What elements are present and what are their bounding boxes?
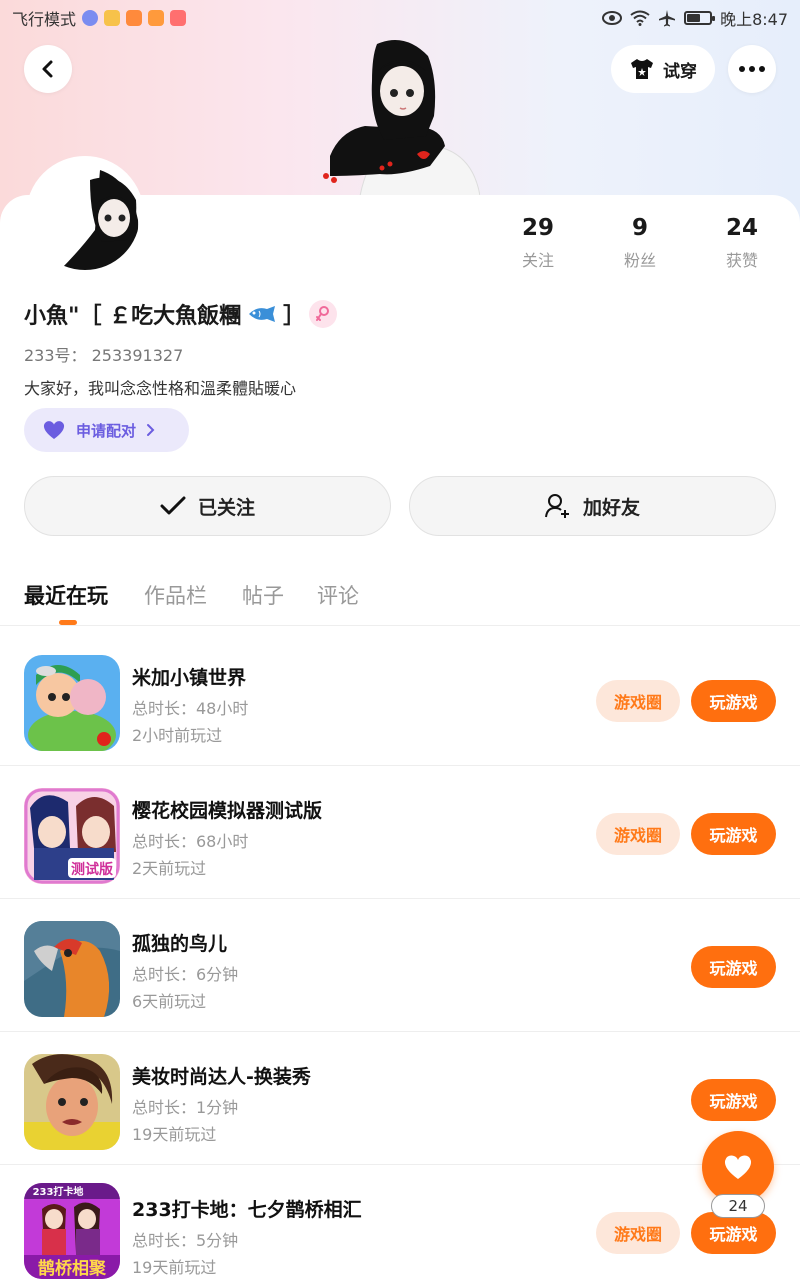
more-dots-icon (739, 66, 765, 72)
eye-icon (602, 11, 623, 25)
following-label: 已关注 (197, 496, 255, 519)
more-button[interactable] (728, 45, 776, 93)
play-game-button[interactable]: 玩游戏 (691, 946, 776, 988)
like-button[interactable] (702, 1131, 774, 1203)
stat-fans[interactable]: 9 粉丝 (595, 215, 685, 271)
gallery-app-icon (104, 10, 121, 26)
game-duration: 总时长：68小时 (132, 832, 249, 851)
battery-icon (684, 11, 716, 25)
game-icon[interactable] (24, 655, 120, 751)
tab-posts[interactable]: 帖子 (242, 580, 284, 610)
fish-icon (249, 306, 276, 322)
stat-label: 获赞 (725, 251, 758, 270)
game-last-played: 6天前玩过 (132, 992, 207, 1011)
game-circle-button[interactable]: 游戏圈 (596, 813, 680, 855)
add-friend-label: 加好友 (582, 496, 640, 519)
chevron-left-icon (42, 60, 53, 78)
chevron-right-icon (147, 424, 155, 436)
game-last-played: 19天前玩过 (132, 1125, 217, 1144)
game-last-played: 2天前玩过 (132, 859, 207, 878)
try-on-label: 试穿 (663, 61, 697, 82)
game-title: 233打卡地：七夕鹊桥相汇 (132, 1199, 362, 1221)
character-avatar-illustration (323, 40, 480, 196)
nickname-text: 小魚"［ ￡吃大魚飯糰 (24, 304, 242, 329)
stat-following[interactable]: 29 关注 (493, 215, 583, 271)
icon-badge-text: 测试版 (71, 861, 113, 878)
game-title: 米加小镇世界 (132, 667, 247, 689)
nickname-end: ］ (283, 304, 306, 329)
pair-label: 申请配对 (76, 421, 137, 440)
stat-value: 29 (521, 215, 554, 241)
store-app-icon (126, 10, 143, 26)
game-duration: 总时长：6分钟 (132, 965, 239, 984)
add-person-icon (544, 494, 569, 518)
game-duration: 总时长：5分钟 (132, 1231, 239, 1250)
music-app-icon (82, 10, 99, 26)
game-row[interactable]: 美妆时尚达人-换装秀 总时长：1分钟 19天前玩过 玩游戏 (0, 1032, 800, 1165)
add-friend-button[interactable]: 加好友 (409, 476, 776, 536)
user-avatar[interactable] (26, 156, 144, 274)
play-game-button[interactable]: 玩游戏 (691, 813, 776, 855)
game-duration: 总时长：48小时 (132, 699, 249, 718)
game-icon[interactable] (24, 921, 120, 1017)
female-gender-icon (309, 300, 337, 328)
tab-works[interactable]: 作品栏 (144, 580, 207, 610)
back-button[interactable] (24, 45, 72, 93)
video-app-icon (148, 10, 165, 26)
play-game-button[interactable]: 玩游戏 (691, 680, 776, 722)
clock-time: 晚上8:47 (720, 10, 788, 29)
try-on-button[interactable]: 试穿 (611, 45, 715, 93)
game-title: 樱花校园模拟器测试版 (132, 800, 323, 822)
heart-icon (43, 421, 65, 439)
game-circle-button[interactable]: 游戏圈 (596, 680, 680, 722)
tab-recently-played[interactable]: 最近在玩 (24, 580, 108, 610)
like-count-badge: 24 (711, 1194, 765, 1218)
icon-bottom-text: 鹊桥相聚 (38, 1258, 107, 1279)
airplane-icon (659, 10, 676, 27)
nickname: 小魚"［ ￡吃大魚飯糰 ］ (24, 298, 305, 330)
heart-icon (724, 1155, 752, 1179)
game-last-played: 2小时前玩过 (132, 726, 223, 745)
game-row[interactable]: 孤独的鸟儿 总时长：6分钟 6天前玩过 玩游戏 (0, 899, 800, 1032)
stat-value: 9 (631, 215, 648, 241)
play-game-button[interactable]: 玩游戏 (691, 1079, 776, 1121)
wifi-icon (630, 10, 650, 26)
user-id: 233号： 253391327 (24, 346, 184, 365)
user-bio: 大家好，我叫念念性格和溫柔體貼暖心 (24, 379, 297, 398)
checkmark-icon (160, 496, 186, 515)
game-icon[interactable] (24, 1054, 120, 1150)
airplane-mode-label: 飞行模式 (12, 10, 77, 29)
game-last-played: 19天前玩过 (132, 1258, 217, 1277)
profile-tabs: 最近在玩 作品栏 帖子 评论 (0, 570, 800, 626)
active-tab-indicator (59, 620, 77, 625)
game-row[interactable]: 测试版 樱花校园模拟器测试版 总时长：68小时 2天前玩过 游戏圈 玩游戏 (0, 766, 800, 899)
game-icon[interactable]: 测试版 (24, 788, 120, 884)
stat-label: 关注 (521, 251, 554, 270)
game-title: 孤独的鸟儿 (132, 933, 228, 955)
game-app-icon (170, 10, 187, 26)
icon-top-text: 233打卡地 (33, 1185, 84, 1198)
following-button[interactable]: 已关注 (24, 476, 391, 536)
avatar-image (30, 160, 140, 270)
tshirt-icon (631, 59, 653, 79)
game-row[interactable]: 233打卡地 鹊桥相聚 233打卡地：七夕鹊桥相汇 总时长：5分钟 19天前玩过… (0, 1165, 800, 1280)
tab-comments[interactable]: 评论 (317, 580, 359, 610)
game-row[interactable]: 米加小镇世界 总时长：48小时 2小时前玩过 游戏圈 玩游戏 (0, 633, 800, 766)
game-icon[interactable]: 233打卡地 鹊桥相聚 (24, 1183, 120, 1279)
apply-pair-button[interactable]: 申请配对 (24, 408, 189, 452)
stat-likes[interactable]: 24 获赞 (697, 215, 787, 271)
status-bar: 飞行模式 晚上8:47 (0, 0, 800, 36)
game-duration: 总时长：1分钟 (132, 1098, 239, 1117)
stat-label: 粉丝 (623, 251, 656, 270)
game-circle-button[interactable]: 游戏圈 (596, 1212, 680, 1254)
play-game-button[interactable]: 玩游戏 (691, 1212, 776, 1254)
game-title: 美妆时尚达人-换装秀 (132, 1066, 311, 1088)
stat-value: 24 (725, 215, 758, 241)
